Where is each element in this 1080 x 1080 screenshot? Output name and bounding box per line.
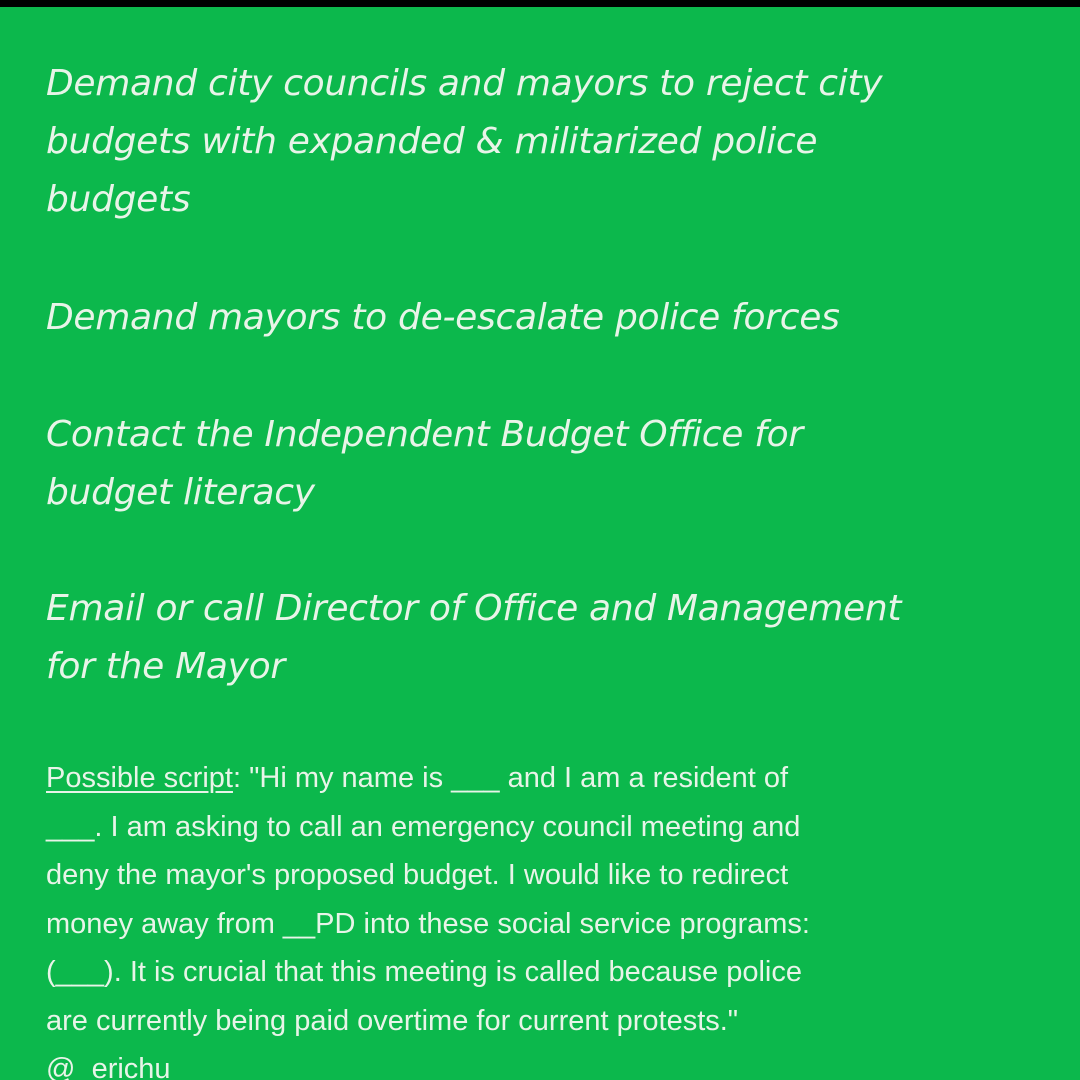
action-item-de-escalate: Demand mayors to de-escalate police forc… [46, 289, 840, 347]
action-item-line: budgets [46, 179, 191, 220]
action-item-line: Demand mayors to de-escalate police forc… [46, 297, 840, 338]
action-item-line: Email or call Director of Office and Man… [46, 588, 902, 629]
possible-script: Possible script: "Hi my name is ___ and … [46, 754, 810, 1080]
action-item-budget-office: Contact the Independent Budget Office fo… [46, 406, 803, 522]
action-item-reject-budgets: Demand city councils and mayors to rejec… [46, 55, 883, 229]
action-item-contact-director: Email or call Director of Office and Man… [46, 580, 901, 696]
script-label: Possible script [46, 762, 233, 794]
action-item-line: budgets with expanded & militarized poli… [46, 121, 818, 162]
action-item-line: Demand city councils and mayors to rejec… [46, 63, 883, 104]
post-background: Demand city councils and mayors to rejec… [0, 7, 1080, 1080]
script-first-line: Possible script: "Hi my name is ___ and … [46, 754, 810, 803]
script-line: (___). It is crucial that this meeting i… [46, 956, 802, 988]
action-item-line: Contact the Independent Budget Office fo… [46, 414, 803, 455]
action-item-line: budget literacy [46, 472, 315, 513]
script-first-line-text: : "Hi my name is ___ and I am a resident… [232, 762, 789, 794]
script-line: money away from __PD into these social s… [46, 907, 810, 940]
script-line: are currently being paid overtime for cu… [46, 1004, 739, 1037]
script-line: ___. I am asking to call an emergency co… [46, 810, 801, 843]
script-line: deny the mayor's proposed budget. I woul… [46, 859, 789, 891]
author-handle: @_erichu [46, 1053, 171, 1080]
action-item-line: for the Mayor [46, 646, 285, 687]
